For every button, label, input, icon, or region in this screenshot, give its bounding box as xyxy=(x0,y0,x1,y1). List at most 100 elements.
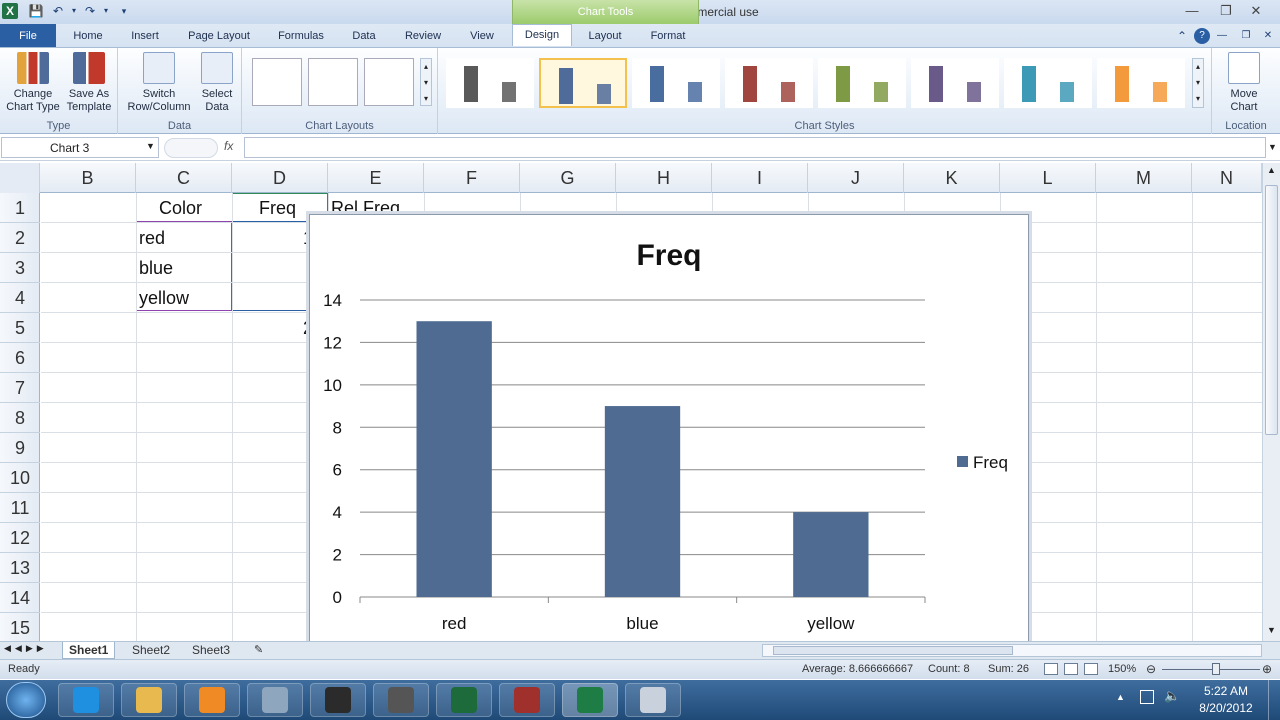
sheet-nav-icons[interactable]: ◀◀▶▶ xyxy=(4,643,48,654)
column-header-j[interactable]: J xyxy=(808,163,904,193)
name-box[interactable]: Chart 3 xyxy=(1,137,159,158)
tab-design[interactable]: Design xyxy=(512,24,572,46)
undo-icon[interactable]: ↶ xyxy=(50,3,66,19)
row-header-7[interactable]: 7 xyxy=(0,373,40,403)
clock-date[interactable]: 8/20/2012 xyxy=(1192,701,1260,715)
clock-time[interactable]: 5:22 AM xyxy=(1192,684,1260,698)
taskbar-captivate-icon[interactable] xyxy=(436,683,492,717)
insert-sheet-icon[interactable]: ✎ xyxy=(248,642,269,659)
excel-logo-icon[interactable]: X xyxy=(2,3,18,19)
tab-layout[interactable]: Layout xyxy=(580,28,630,48)
chart-style-6-thumbnail[interactable] xyxy=(911,58,999,108)
workbook-restore-icon[interactable]: ❐ xyxy=(1238,28,1254,44)
column-header-n[interactable]: N xyxy=(1192,163,1262,193)
sheet-tab-3[interactable]: Sheet3 xyxy=(186,642,236,659)
chart-style-5-thumbnail[interactable] xyxy=(818,58,906,108)
formula-bar-expander[interactable] xyxy=(164,138,218,158)
name-box-dropdown-icon[interactable]: ▼ xyxy=(146,141,155,151)
sheet-tab-1[interactable]: Sheet1 xyxy=(62,642,116,659)
taskbar-file-explorer-icon[interactable] xyxy=(121,683,177,717)
zoom-slider[interactable] xyxy=(1162,669,1260,670)
vertical-scroll-thumb[interactable] xyxy=(1265,185,1278,435)
column-header-d[interactable]: D xyxy=(232,163,328,193)
redo-icon[interactable]: ↷ xyxy=(82,3,98,19)
row-header-13[interactable]: 13 xyxy=(0,553,40,583)
tab-format[interactable]: Format xyxy=(640,28,696,48)
save-as-template-button[interactable]: Save As Template xyxy=(62,52,116,114)
column-header-g[interactable]: G xyxy=(520,163,616,193)
layout-3-thumbnail[interactable] xyxy=(364,58,414,106)
zoom-in-icon[interactable]: ⊕ xyxy=(1262,662,1272,676)
redo-dropdown-icon[interactable]: ▾ xyxy=(98,3,114,19)
cell-c1[interactable]: Color xyxy=(159,193,202,223)
chart-style-3-thumbnail[interactable] xyxy=(632,58,720,108)
row-header-9[interactable]: 9 xyxy=(0,433,40,463)
row-header-10[interactable]: 10 xyxy=(0,463,40,493)
start-orb-icon[interactable] xyxy=(6,682,46,718)
switch-row-column-button[interactable]: Switch Row/Column xyxy=(122,52,196,114)
row-header-2[interactable]: 2 xyxy=(0,223,40,253)
row-header-8[interactable]: 8 xyxy=(0,403,40,433)
taskbar-notes-tool-icon[interactable] xyxy=(625,683,681,717)
layouts-scroll-icon[interactable]: ▴ ▾ ▾ xyxy=(420,58,432,106)
select-data-button[interactable]: Select Data xyxy=(196,52,238,114)
column-header-m[interactable]: M xyxy=(1096,163,1192,193)
taskbar-network-tool-icon[interactable] xyxy=(247,683,303,717)
tab-view[interactable]: View xyxy=(460,28,504,48)
layout-1-thumbnail[interactable] xyxy=(252,58,302,106)
sheet-tab-2[interactable]: Sheet2 xyxy=(126,642,176,659)
change-chart-type-button[interactable]: Change Chart Type xyxy=(4,52,62,114)
zoom-slider-thumb[interactable] xyxy=(1212,663,1220,675)
network-tray-icon[interactable] xyxy=(1140,690,1154,704)
row-header-1[interactable]: 1 xyxy=(0,193,40,223)
vertical-scrollbar[interactable]: ▲ ▼ xyxy=(1262,163,1280,641)
page-layout-view-icon[interactable] xyxy=(1064,663,1078,675)
expand-formula-bar-icon[interactable]: ▼ xyxy=(1268,142,1277,152)
row-header-3[interactable]: 3 xyxy=(0,253,40,283)
select-all-corner[interactable] xyxy=(0,163,40,193)
close-icon[interactable]: ✕ xyxy=(1244,3,1268,19)
taskbar-pen-tool-icon[interactable] xyxy=(310,683,366,717)
column-header-b[interactable]: B xyxy=(40,163,136,193)
column-header-c[interactable]: C xyxy=(136,163,232,193)
move-chart-button[interactable]: Move Chart xyxy=(1218,52,1270,114)
save-icon[interactable]: 💾 xyxy=(28,3,44,19)
taskbar-paint-tool-icon[interactable] xyxy=(499,683,555,717)
scroll-down-icon[interactable]: ▼ xyxy=(1265,625,1278,638)
column-header-k[interactable]: K xyxy=(904,163,1000,193)
layout-2-thumbnail[interactable] xyxy=(308,58,358,106)
normal-view-icon[interactable] xyxy=(1044,663,1058,675)
styles-scroll-icon[interactable]: ▴ ▾ ▾ xyxy=(1192,58,1204,108)
tab-insert[interactable]: Insert xyxy=(122,28,168,48)
chart-style-7-thumbnail[interactable] xyxy=(1004,58,1092,108)
zoom-out-icon[interactable]: ⊖ xyxy=(1146,662,1156,676)
taskbar-media-player-icon[interactable] xyxy=(184,683,240,717)
minimize-ribbon-icon[interactable]: ⌃ xyxy=(1174,28,1190,44)
column-header-i[interactable]: I xyxy=(712,163,808,193)
show-desktop-button[interactable] xyxy=(1268,680,1280,720)
show-hidden-icons[interactable]: ▲ xyxy=(1116,692,1125,702)
column-header-h[interactable]: H xyxy=(616,163,712,193)
tab-page-layout[interactable]: Page Layout xyxy=(180,28,258,48)
column-header-l[interactable]: L xyxy=(1000,163,1096,193)
minimize-icon[interactable]: — xyxy=(1180,3,1204,19)
page-break-view-icon[interactable] xyxy=(1084,663,1098,675)
horizontal-scrollbar[interactable] xyxy=(762,644,1262,657)
help-icon[interactable]: ? xyxy=(1194,28,1210,44)
taskbar-excel-icon[interactable] xyxy=(562,683,618,717)
chart-style-4-thumbnail[interactable] xyxy=(725,58,813,108)
row-header-14[interactable]: 14 xyxy=(0,583,40,613)
row-header-15[interactable]: 15 xyxy=(0,613,40,643)
formula-input[interactable] xyxy=(244,137,1266,158)
chart-object[interactable]: Freq 0 2 4 6 8 10 12 14 red blue yellow Freq xyxy=(309,214,1029,642)
row-header-12[interactable]: 12 xyxy=(0,523,40,553)
column-header-f[interactable]: F xyxy=(424,163,520,193)
scroll-up-icon[interactable]: ▲ xyxy=(1265,165,1278,178)
workbook-close-icon[interactable]: ✕ xyxy=(1260,28,1276,44)
workbook-minimize-icon[interactable]: — xyxy=(1214,28,1230,44)
volume-tray-icon[interactable]: 🔈 xyxy=(1164,688,1180,704)
row-header-11[interactable]: 11 xyxy=(0,493,40,523)
chart-style-8-thumbnail[interactable] xyxy=(1097,58,1185,108)
chart-style-2-thumbnail[interactable] xyxy=(539,58,627,108)
tab-data[interactable]: Data xyxy=(344,28,384,48)
